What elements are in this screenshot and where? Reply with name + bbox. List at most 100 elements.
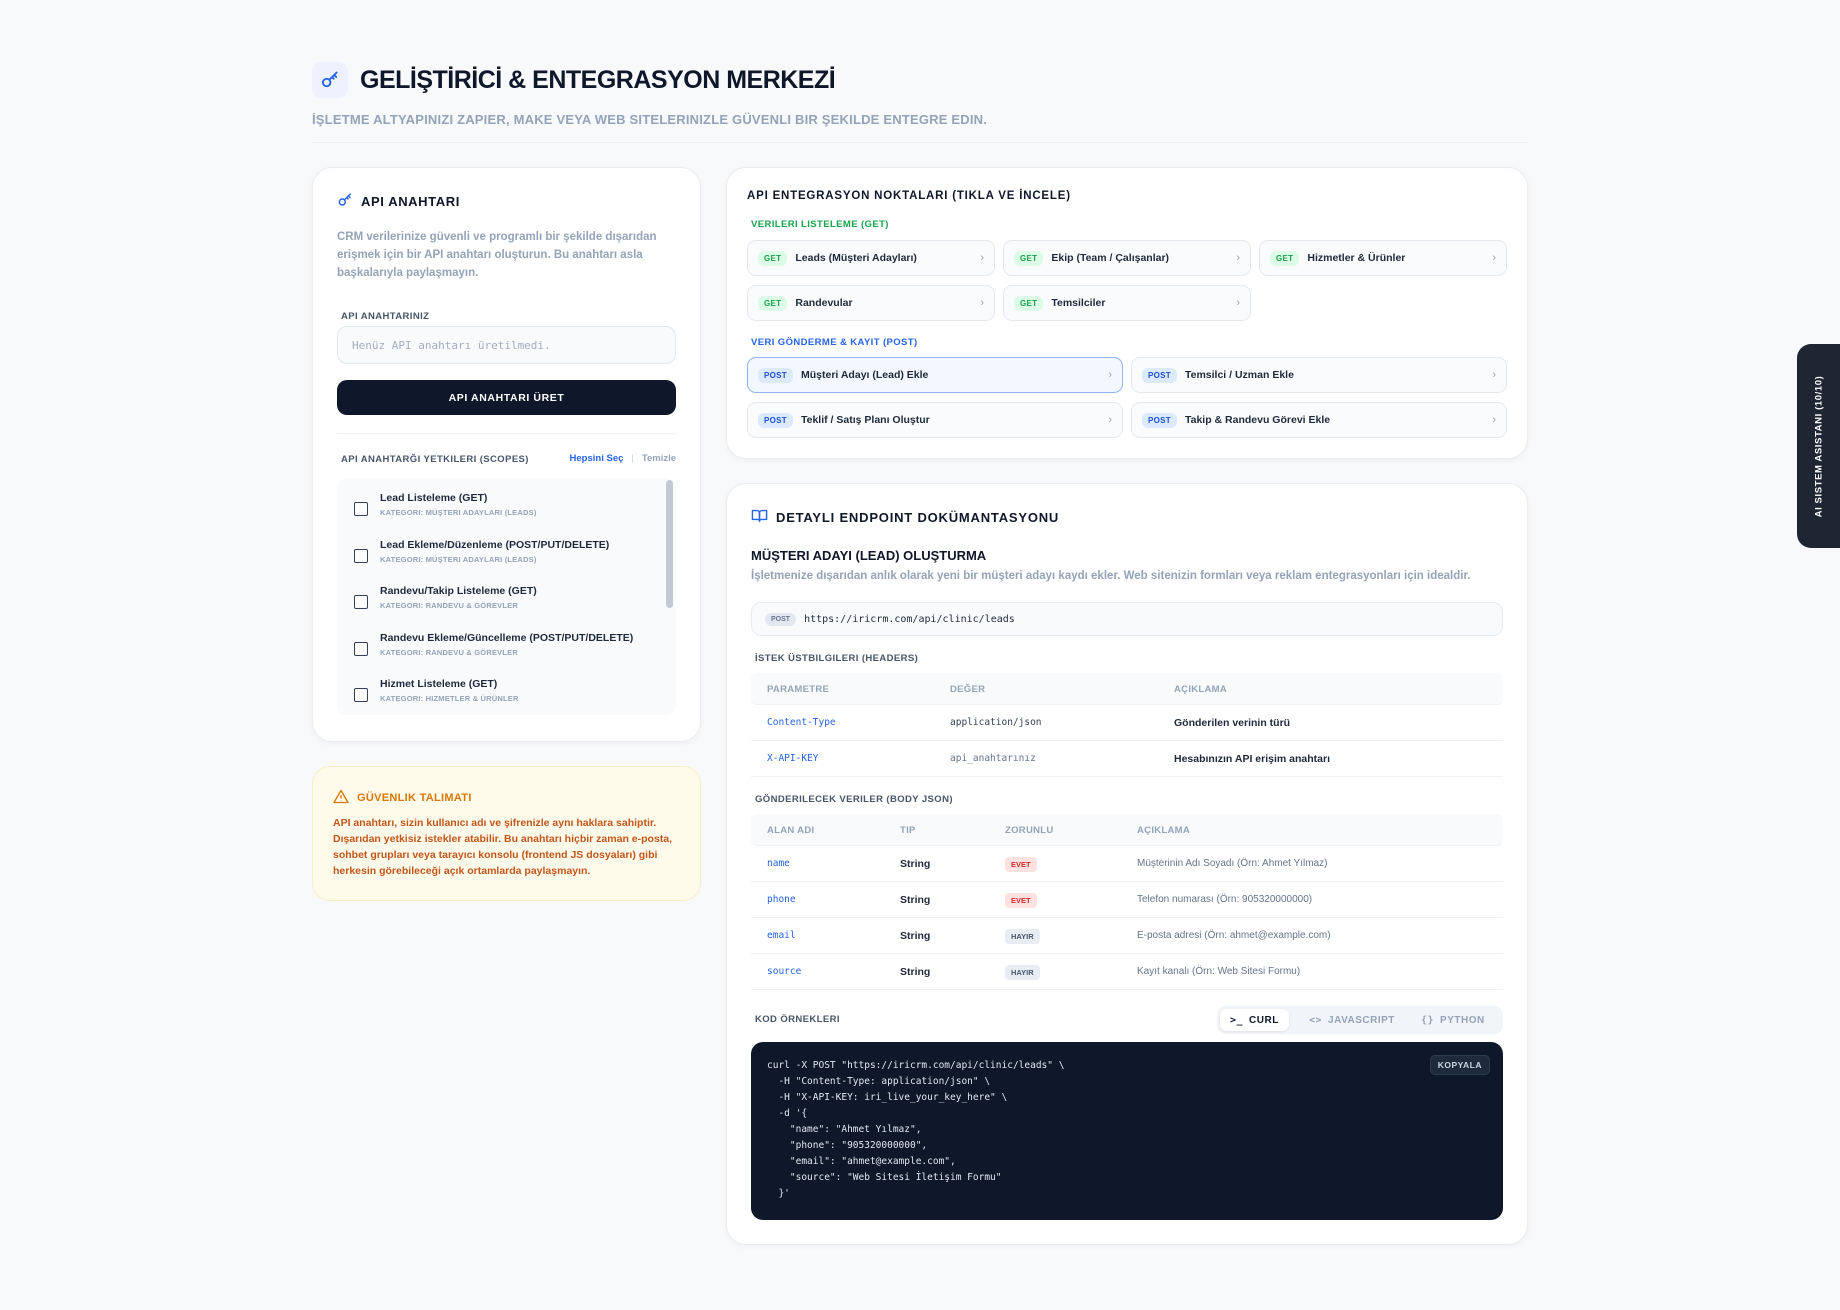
clear-link[interactable]: Temizle bbox=[642, 453, 676, 464]
chevron-right-icon: › bbox=[1236, 297, 1240, 309]
code-line: -H "Content-Type: application/json" \ bbox=[767, 1076, 991, 1087]
endpoints-title: API ENTEGRASYON NOKTALARI (TIKLA VE İNCE… bbox=[747, 190, 1071, 202]
select-all-link[interactable]: Hepsini Seç bbox=[570, 453, 624, 464]
chevron-right-icon: › bbox=[1108, 414, 1112, 426]
endpoint-get-services[interactable]: GET Hizmetler & Ürünler › bbox=[1259, 240, 1507, 276]
code-line: }' bbox=[767, 1188, 790, 1199]
param-description: Gönderilen verinin türü bbox=[1174, 717, 1291, 729]
tab-javascript[interactable]: <> JAVASCRIPT bbox=[1299, 1009, 1405, 1031]
scope-category: KATEGORI: HIZMETLER & ÜRÜNLER bbox=[380, 694, 519, 703]
api-key-input[interactable] bbox=[337, 326, 676, 364]
page-subtitle: İŞLETME ALTYAPINIZI ZAPIER, MAKE VEYA WE… bbox=[312, 112, 988, 127]
generate-api-key-button[interactable]: API ANAHTARI ÜRET bbox=[337, 380, 676, 415]
chevron-right-icon: › bbox=[1492, 252, 1496, 264]
field-description: E-posta adresi (Örn: ahmet@example.com) bbox=[1137, 930, 1331, 941]
endpoint-get-leads[interactable]: GET Leads (Müşteri Adayları) › bbox=[747, 240, 995, 276]
tab-label: CURL bbox=[1249, 1014, 1279, 1026]
warning-icon bbox=[333, 789, 349, 807]
scopes-label: API ANAHTARĞI YETKILERI (SCOPES) bbox=[341, 454, 529, 465]
braces-icon: {} bbox=[1421, 1014, 1435, 1026]
scope-checkbox[interactable] bbox=[354, 642, 368, 656]
scope-name: Randevu Ekleme/Güncelleme (POST/PUT/DELE… bbox=[380, 632, 634, 644]
scope-item[interactable]: Randevu Ekleme/Güncelleme (POST/PUT/DELE… bbox=[354, 632, 633, 657]
endpoint-label: Temsilci / Uzman Ekle bbox=[1184, 369, 1294, 381]
scope-checkbox[interactable] bbox=[354, 595, 368, 609]
security-title-text: GÜVENLIK TALIMATI bbox=[357, 792, 472, 804]
method-badge: POST bbox=[1142, 367, 1177, 383]
tab-curl[interactable]: >_ CURL bbox=[1220, 1009, 1289, 1031]
endpoint-label: Temsilciler bbox=[1051, 297, 1106, 309]
method-badge: GET bbox=[1014, 295, 1044, 311]
param-value: api_anahtarınız bbox=[950, 753, 1036, 764]
field-name: name bbox=[767, 858, 790, 869]
endpoint-label: Müşteri Adayı (Lead) Ekle bbox=[800, 369, 929, 381]
tab-label: PYTHON bbox=[1440, 1014, 1485, 1026]
column-header: ALAN ADI bbox=[767, 825, 815, 836]
post-group-label: VERI GÖNDERME & KAYIT (POST) bbox=[751, 337, 918, 348]
field-description: Kayıt kanalı (Örn: Web Sitesi Formu) bbox=[1137, 966, 1301, 977]
method-badge: POST bbox=[758, 367, 793, 383]
api-key-card-title: API ANAHTARI bbox=[337, 192, 460, 211]
scope-category: KATEGORI: RANDEVU & GÖREVLER bbox=[380, 648, 518, 657]
code-line: -d '{ bbox=[767, 1108, 808, 1119]
column-header: ZORUNLU bbox=[1005, 825, 1054, 836]
scope-category: KATEGORI: MÜŞTERI ADAYLARI (LEADS) bbox=[380, 508, 537, 517]
docs-card-title: DETAYLI ENDPOINT DOKÜMANTASYONU bbox=[751, 508, 1059, 526]
required-badge: EVET bbox=[1005, 857, 1037, 872]
tab-label: JAVASCRIPT bbox=[1328, 1014, 1395, 1026]
endpoint-label: Ekip (Team / Çalışanlar) bbox=[1051, 252, 1170, 264]
scope-actions: Hepsini Seç | Temizle bbox=[570, 453, 676, 464]
endpoint-url-bar: POST https://iricrm.com/api/clinic/leads bbox=[751, 602, 1503, 636]
endpoint-post-representative[interactable]: POST Temsilci / Uzman Ekle › bbox=[1131, 357, 1507, 393]
method-badge: GET bbox=[1014, 250, 1044, 266]
scope-checkbox[interactable] bbox=[354, 688, 368, 702]
terminal-icon: >_ bbox=[1230, 1014, 1244, 1026]
scope-item[interactable]: Lead Ekleme/Düzenleme (POST/PUT/DELETE) K… bbox=[354, 539, 609, 564]
table-header: PARAMETRE DEĞER AÇIKLAMA bbox=[751, 673, 1503, 705]
code-line: curl -X POST "https://iricrm.com/api/cli… bbox=[767, 1060, 1065, 1071]
endpoint-get-representatives[interactable]: GET Temsilciler › bbox=[1003, 285, 1251, 321]
chevron-right-icon: › bbox=[1236, 252, 1240, 264]
scope-checkbox[interactable] bbox=[354, 549, 368, 563]
table-header: ALAN ADI TIP ZORUNLU AÇIKLAMA bbox=[751, 814, 1503, 846]
scope-list[interactable]: Lead Listeleme (GET) KATEGORI: MÜŞTERI AD… bbox=[337, 478, 676, 715]
endpoint-title: MÜŞTERI ADAYI (LEAD) OLUŞTURMA bbox=[751, 548, 987, 563]
tab-python[interactable]: {} PYTHON bbox=[1411, 1009, 1495, 1031]
separator: | bbox=[631, 453, 634, 464]
scope-item[interactable]: Hizmet Listeleme (GET) KATEGORI: HIZMETLE… bbox=[354, 678, 519, 703]
table-row: name String EVET Müşterinin Adı Soyadı (… bbox=[751, 846, 1503, 882]
param-name: Content-Type bbox=[767, 717, 836, 728]
url-method-badge: POST bbox=[765, 612, 797, 626]
divider bbox=[337, 433, 676, 434]
scope-name: Lead Listeleme (GET) bbox=[380, 492, 488, 504]
endpoint-get-team[interactable]: GET Ekip (Team / Çalışanlar) › bbox=[1003, 240, 1251, 276]
copy-button[interactable]: KOPYALA bbox=[1429, 1055, 1490, 1075]
endpoint-post-lead[interactable]: POST Müşteri Adayı (Lead) Ekle › bbox=[747, 357, 1123, 393]
get-group-label: VERILERI LISTELEME (GET) bbox=[751, 219, 889, 230]
api-key-description: CRM verilerinize güvenli ve programlı bi… bbox=[337, 231, 657, 279]
field-type: String bbox=[900, 858, 931, 870]
scope-checkbox[interactable] bbox=[354, 502, 368, 516]
code-line: "source": "Web Sitesi İletişim Formu" bbox=[767, 1172, 1002, 1183]
method-badge: GET bbox=[758, 250, 788, 266]
endpoint-get-appointments[interactable]: GET Randevular › bbox=[747, 285, 995, 321]
field-name: email bbox=[767, 930, 796, 941]
endpoint-label: Leads (Müşteri Adayları) bbox=[795, 252, 917, 264]
column-header: DEĞER bbox=[950, 684, 986, 695]
chevron-right-icon: › bbox=[1492, 414, 1496, 426]
docs-title: DETAYLI ENDPOINT DOKÜMANTASYONU bbox=[776, 509, 1060, 525]
scope-item[interactable]: Lead Listeleme (GET) KATEGORI: MÜŞTERI AD… bbox=[354, 492, 537, 517]
param-name: X-API-KEY bbox=[767, 753, 819, 764]
table-row: email String HAYIR E-posta adresi (Örn: … bbox=[751, 918, 1503, 954]
key-icon bbox=[312, 62, 348, 98]
endpoint-post-offer[interactable]: POST Teklif / Satış Planı Oluştur › bbox=[747, 402, 1123, 438]
chevron-right-icon: › bbox=[980, 297, 984, 309]
endpoint-post-task[interactable]: POST Takip & Randevu Görevi Ekle › bbox=[1131, 402, 1507, 438]
scope-scrollbar[interactable] bbox=[666, 480, 673, 608]
ai-assistant-tab[interactable]: AI SISTEM ASISTANI (10/10) bbox=[1797, 344, 1840, 548]
scope-item[interactable]: Randevu/Takip Listeleme (GET) KATEGORI: R… bbox=[354, 585, 537, 610]
chevron-right-icon: › bbox=[1492, 369, 1496, 381]
code-line: "phone": "905320000000", bbox=[767, 1140, 928, 1151]
code-language-tabs: >_ CURL <> JAVASCRIPT {} PYTHON bbox=[1217, 1006, 1503, 1034]
scope-name: Randevu/Takip Listeleme (GET) bbox=[380, 585, 537, 597]
